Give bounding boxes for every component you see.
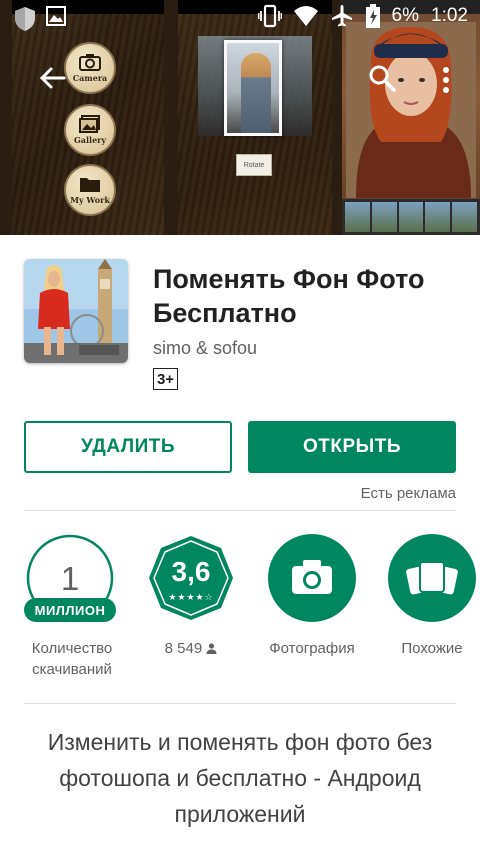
rating-value: 3,6 <box>171 556 211 587</box>
gallery-icon <box>79 115 100 133</box>
folder-icon <box>80 178 100 192</box>
uninstall-button[interactable]: УДАЛИТЬ <box>24 421 232 473</box>
more-options-icon[interactable] <box>440 66 452 94</box>
short-description[interactable]: Изменить и поменять фон фото без фотошоп… <box>24 724 456 832</box>
downloads-label: Количество скачиваний <box>31 640 113 678</box>
portrait-photo <box>346 22 476 198</box>
clock: 1:02 <box>431 5 468 26</box>
battery-icon <box>365 4 380 28</box>
rotate-button: Rotate <box>236 154 272 176</box>
downloads-badge: МИЛЛИОН <box>24 598 116 622</box>
divider <box>24 703 456 704</box>
contains-ads-note: Есть реклама <box>360 485 456 502</box>
divider <box>24 510 456 511</box>
similar-badge[interactable] <box>388 534 476 622</box>
camera-option: Camera <box>64 42 116 94</box>
vibrate-icon <box>257 4 282 28</box>
my-work-option: My Work <box>64 164 116 216</box>
shield-icon <box>15 7 35 31</box>
app-icon <box>24 259 128 363</box>
rating-stars: ★★★★☆ <box>168 592 214 602</box>
category-label: Фотография <box>269 640 355 657</box>
status-bar: 6% 1:02 <box>0 0 480 38</box>
edited-photo <box>224 40 282 136</box>
age-rating-badge: 3+ <box>153 368 178 390</box>
downloads-count: 1 <box>60 560 80 597</box>
category-badge[interactable] <box>268 534 356 622</box>
rating-count[interactable]: 8 549 <box>136 638 246 659</box>
person-icon <box>206 643 217 654</box>
rating-count-text: 8 549 <box>164 640 203 657</box>
gallery-option: Gallery <box>64 104 116 156</box>
similar-label: Похожие <box>401 640 463 657</box>
back-arrow-icon <box>39 67 66 89</box>
airplane-icon <box>331 5 352 27</box>
wifi-icon <box>293 6 318 26</box>
app-title: Поменять Фон Фото Бесплатно <box>153 264 425 328</box>
screenshot-carousel[interactable]: Camera Gallery My Work Rotate 6% 1:02 <box>0 0 480 235</box>
search-icon[interactable] <box>368 64 396 92</box>
thumbnail-strip <box>342 199 480 235</box>
developer-link[interactable]: simo & sofou <box>153 338 257 359</box>
app-icon-image <box>24 259 128 363</box>
camera-icon <box>79 54 101 71</box>
open-button[interactable]: ОТКРЫТЬ <box>248 421 456 473</box>
battery-percent: 6% <box>391 5 420 26</box>
image-icon <box>46 6 66 26</box>
